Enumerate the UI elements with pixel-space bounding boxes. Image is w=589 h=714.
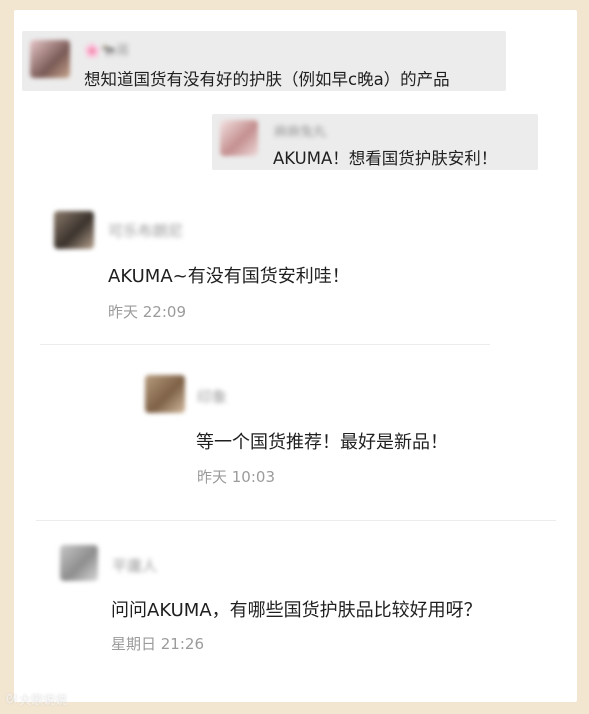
avatar[interactable] <box>60 545 98 581</box>
comment-author[interactable]: 可乐布朗尼 <box>108 220 183 241</box>
avatar[interactable] <box>54 211 94 249</box>
watermark-text: 大歌说说 <box>19 693 68 707</box>
comment-time: 昨天 22:09 <box>108 303 186 321</box>
comment-author[interactable]: 🌸🐄蒋 <box>84 40 129 59</box>
comment-text: 问问AKUMA，有哪些国货护肤品比较好用呀？ <box>111 600 482 621</box>
comment-text: AKUMA~有没有国货安利哇！ <box>108 266 350 287</box>
divider <box>36 520 556 521</box>
avatar[interactable] <box>30 40 70 78</box>
comment-text: AKUMA！想看国货护肤安利！ <box>273 149 498 168</box>
comment-text: 等一个国货推荐！最好是新品！ <box>196 432 448 453</box>
comment-time: 星期日 21:26 <box>111 635 204 653</box>
comment-author[interactable]: 印象 <box>197 386 227 407</box>
comment-author[interactable]: 平庸人 <box>112 555 157 576</box>
comment-text: 想知道国货有没有好的护肤（例如早c晚a）的产品 <box>84 70 450 89</box>
divider <box>40 344 490 345</box>
watermark: ᘛ 大歌说说 <box>6 691 67 708</box>
comment-time: 昨天 10:03 <box>197 468 275 486</box>
avatar[interactable] <box>220 120 258 156</box>
watermark-logo-icon: ᘛ <box>6 692 17 706</box>
avatar[interactable] <box>145 375 185 413</box>
comment-author[interactable]: 麻麻兔丸 <box>274 121 326 140</box>
